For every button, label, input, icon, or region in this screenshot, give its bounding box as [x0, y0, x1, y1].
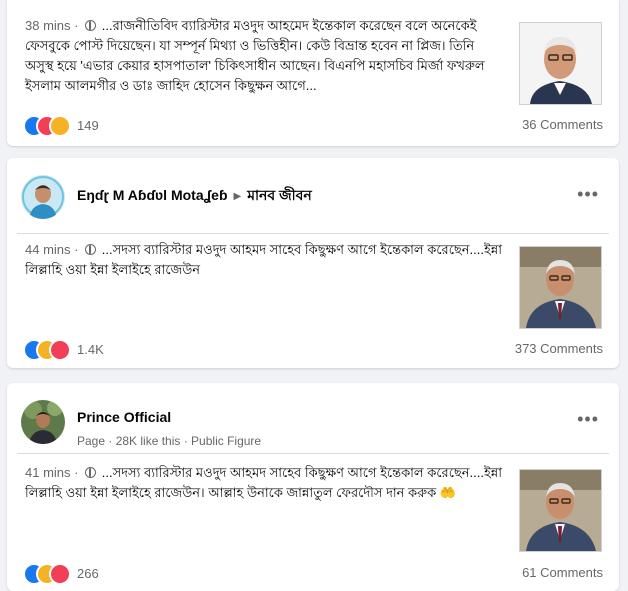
- post-time[interactable]: 38 mins: [25, 18, 71, 33]
- more-options-icon[interactable]: •••: [577, 409, 599, 430]
- globe-icon: [85, 20, 97, 31]
- love-reaction-icon: [49, 339, 71, 361]
- page-info: Page · 28K like this · Public Figure: [77, 434, 262, 448]
- post-snippet[interactable]: 38 mins · ...রাজনীতিবিদ ব্যারিস্টার মওদু…: [25, 16, 503, 96]
- reaction-summary[interactable]: 266: [23, 563, 143, 585]
- post-card: Eŋɗɽ M Aɓɗʋl Motaʆeɓ ▶ মানব জীবন ••• 44 mi…: [7, 158, 619, 368]
- sad-reaction-icon: [49, 115, 71, 137]
- post-time[interactable]: 41 mins: [25, 465, 71, 480]
- comments-count[interactable]: 36 Comments: [522, 117, 603, 132]
- post-snippet[interactable]: 41 mins · ...সদস্য ব্যারিস্টার মওদুদ আহম…: [25, 463, 503, 503]
- praying-hands-emoji: 🤲: [439, 485, 457, 500]
- divider: [17, 233, 609, 234]
- avatar[interactable]: [21, 175, 65, 219]
- post-snippet[interactable]: 44 mins · ...সদস্য ব্যারিস্টার মওদুদ আহম…: [25, 240, 503, 280]
- avatar[interactable]: [21, 400, 65, 444]
- reaction-count: 266: [77, 566, 99, 581]
- author-name[interactable]: Eŋɗɽ M Aɓɗʋl Motaʆeɓ: [77, 187, 228, 203]
- post-card: 38 mins · ...রাজনীতিবিদ ব্যারিস্টার মওদু…: [7, 0, 619, 146]
- love-reaction-icon: [49, 563, 71, 585]
- globe-icon: [85, 467, 97, 478]
- more-options-icon[interactable]: •••: [577, 184, 599, 205]
- post-text: ...সদস্য ব্যারিস্টার মওদুদ আহমদ সাহেব কি…: [25, 465, 502, 500]
- post-header: Eŋɗɽ M Aɓɗʋl Motaʆeɓ ▶ মানব জীবন •••: [17, 170, 609, 220]
- post-time[interactable]: 44 mins: [25, 242, 71, 257]
- divider: [17, 453, 609, 454]
- globe-icon: [85, 244, 97, 255]
- author-name[interactable]: Prince Official: [77, 409, 171, 425]
- comments-count[interactable]: 61 Comments: [522, 565, 603, 580]
- reaction-count: 1.4K: [77, 342, 104, 357]
- comments-count[interactable]: 373 Comments: [515, 341, 603, 356]
- reaction-summary[interactable]: 149: [23, 115, 143, 137]
- arrow-right-icon: ▶: [233, 191, 242, 202]
- post-thumbnail[interactable]: [519, 246, 602, 329]
- reaction-summary[interactable]: 1.4K: [23, 339, 163, 361]
- group-name[interactable]: মানব জীবন: [247, 187, 312, 203]
- post-text: ...সদস্য ব্যারিস্টার মওদুদ আহমদ সাহেব কি…: [25, 242, 502, 277]
- post-card: Prince Official Page · 28K like this · P…: [7, 383, 619, 591]
- post-header: Prince Official Page · 28K like this · P…: [17, 395, 609, 448]
- post-thumbnail[interactable]: [519, 469, 602, 552]
- post-thumbnail[interactable]: [519, 22, 602, 105]
- reaction-count: 149: [77, 118, 99, 133]
